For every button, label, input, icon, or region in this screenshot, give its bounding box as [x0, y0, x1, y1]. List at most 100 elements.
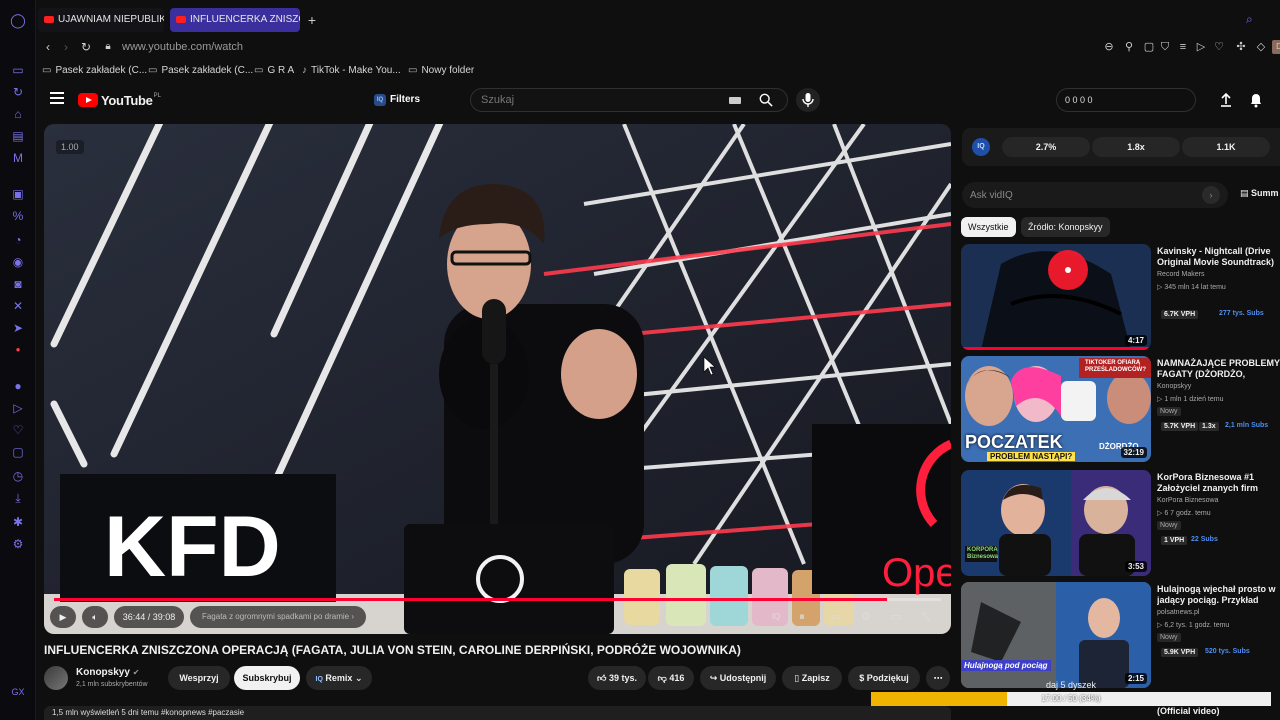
video-player[interactable]: KFD Ope 1.00 ▶ 🔈︎ 36:44 / 39:08 Fagata z… — [44, 124, 951, 634]
extension-icon[interactable]: ◇ — [1254, 40, 1268, 54]
x-icon[interactable]: ✕ — [10, 298, 26, 314]
settings-gear-icon[interactable]: ⚙ — [859, 610, 873, 624]
search-icon[interactable] — [759, 93, 773, 107]
new-tab-button[interactable]: + — [304, 12, 320, 28]
url-field[interactable]: www.youtube.com/watch — [122, 39, 243, 55]
fullscreen-icon[interactable]: ⤡ — [919, 610, 933, 624]
share-button[interactable]: ↪ Udostępnij — [700, 666, 776, 690]
video-thumbnail[interactable]: Hulajnogą pod pociąg 2:15 — [961, 582, 1151, 688]
filters-button[interactable]: IQ Filters — [370, 90, 420, 110]
discord-icon[interactable]: ◉ — [10, 254, 26, 270]
profile-icon[interactable]: D — [1272, 40, 1280, 54]
play-button[interactable]: ▶ — [50, 606, 76, 628]
pin-icon[interactable]: ⚲ — [1122, 40, 1136, 54]
history-icon[interactable]: ↻ — [10, 84, 26, 100]
forward-icon[interactable]: › — [58, 39, 74, 55]
send-icon[interactable]: › — [1202, 186, 1220, 204]
play-ext-icon[interactable]: ▷ — [1194, 40, 1208, 54]
vidiq-logo-icon[interactable]: IQ — [972, 138, 990, 156]
settings-icon[interactable]: ⚙ — [10, 536, 26, 552]
volume-button[interactable]: 🔈︎ — [82, 606, 108, 628]
ask-vidiq-input[interactable] — [970, 182, 1190, 208]
puzzle-icon[interactable]: ✣ — [1234, 40, 1248, 54]
bookmark-new-folder[interactable]: ▭ Nowy folder — [408, 64, 474, 78]
support-button[interactable]: Wesprzyj — [168, 666, 230, 690]
chat-icon[interactable]: ◔ — [10, 232, 26, 248]
list-item[interactable]: Hulajnogą pod pociąg 2:15 Hulajnogą wjec… — [961, 582, 1280, 690]
music-icon[interactable]: ● — [10, 378, 26, 394]
channel-name[interactable]: Record Makers — [1157, 271, 1204, 278]
save-button[interactable]: ▯ Zapisz — [782, 666, 842, 690]
bag-icon[interactable]: ⌂ — [10, 106, 26, 122]
vidiq-player-icon[interactable]: IQ — [769, 610, 783, 624]
badge-icon[interactable]: ● — [10, 342, 26, 358]
snapshot-icon[interactable]: ▢ — [1142, 40, 1156, 54]
channel-name[interactable]: polsatnews.pl — [1157, 609, 1199, 616]
list-item[interactable]: 4:17 Kavinsky - Nightcall (Drive Origina… — [961, 244, 1280, 352]
voice-search-button[interactable] — [796, 88, 820, 112]
video-title[interactable]: NAMNAŻAJĄCE PROBLEMY FAGATY (DŻORDŻO, RO… — [1157, 358, 1280, 380]
list-icon[interactable]: ≡ — [1176, 40, 1190, 54]
player-icon[interactable]: ▷ — [10, 400, 26, 416]
tiktok-icon: ♪ — [302, 65, 307, 76]
keyboard-icon[interactable] — [729, 97, 741, 104]
youtube-logo[interactable]: YouTube PL — [78, 92, 161, 108]
pinboard-icon[interactable]: ▢ — [10, 444, 26, 460]
like-button[interactable]: 👍︎ 39 tys. — [588, 666, 646, 690]
video-thumbnail[interactable]: KORPORA Biznesowa 3:53 — [961, 470, 1151, 576]
video-title[interactable]: Hulajnogą wjechał prosto w jadący pociąg… — [1157, 584, 1280, 606]
tab-influencerka[interactable]: INFLUENCERKA ZNISZCZO — [170, 8, 300, 32]
bell-icon[interactable] — [1248, 92, 1264, 108]
reload-icon[interactable]: ↻ — [78, 39, 94, 55]
description-box[interactable]: 1,5 mln wyświetleń 5 dni temu #konopnews… — [44, 706, 951, 720]
messenger-icon[interactable]: M — [10, 150, 26, 166]
subscribe-button[interactable]: Subskrybuj — [234, 666, 300, 690]
progress-bar[interactable] — [54, 598, 941, 601]
bookmark-folder-2[interactable]: ▭ Pasek zakładek (C... — [148, 64, 253, 78]
telegram-icon[interactable]: ➤ — [10, 320, 26, 336]
subtitles-icon[interactable]: ▭ — [829, 610, 843, 624]
menu-icon[interactable] — [50, 92, 64, 104]
video-title[interactable]: Kavinsky - Nightcall (Drive Original Mov… — [1157, 246, 1280, 268]
percent-icon[interactable]: % — [10, 208, 26, 224]
pause-icon[interactable]: ⏸︎ — [795, 610, 809, 624]
bookmark-gra[interactable]: ▭ G R A — [254, 64, 294, 78]
dislike-button[interactable]: 👎︎ 416 — [648, 666, 694, 690]
theater-icon[interactable]: ▭ — [889, 610, 903, 624]
chip-source[interactable]: Źródło: Konopskyy — [1021, 217, 1110, 237]
heart-icon[interactable]: ♡ — [10, 422, 26, 438]
back-icon[interactable]: ‹ — [40, 39, 56, 55]
search-input[interactable] — [481, 89, 721, 111]
vidiq-stats-bar[interactable]: 0 0 0 0 — [1056, 88, 1196, 112]
upload-icon[interactable] — [1218, 92, 1234, 108]
bookmark-tiktok[interactable]: ♪ TikTok - Make You... — [302, 64, 401, 78]
extensions-icon[interactable]: ✱ — [10, 514, 26, 530]
channel-name[interactable]: Konopskyy ✔ — [76, 667, 139, 678]
tab-search-icon[interactable]: ⌕ — [1246, 12, 1262, 28]
zoom-icon[interactable]: ⊖ — [1102, 40, 1116, 54]
remix-button[interactable]: IQ Remix ⌄ — [306, 666, 372, 690]
opera-logo-icon[interactable]: ◯ — [10, 12, 26, 28]
chapter-button[interactable]: Fagata z ogromnymi spadkami po dramie › — [190, 606, 366, 628]
tab-ujawniam[interactable]: UJAWNIAM NIEPUBLIKOW — [38, 8, 164, 32]
list-item[interactable]: TIKTOKER OFIARĄ PRZEŚLADOWCÓW? POCZATEK … — [961, 356, 1280, 464]
gx-icon[interactable]: GX — [10, 684, 26, 700]
heart-ext-icon[interactable]: ♡ — [1212, 40, 1226, 54]
channel-name[interactable]: KorPora Biznesowa — [1157, 497, 1218, 504]
summary-button[interactable]: ▤ Summ — [1240, 188, 1279, 199]
channel-avatar[interactable] — [44, 666, 68, 690]
channel-name[interactable]: Konopskyy — [1157, 383, 1191, 390]
shield-icon[interactable]: ⛉ — [1158, 40, 1172, 54]
instagram-icon[interactable]: ◙ — [10, 276, 26, 292]
bookmark-folder-1[interactable]: ▭ Pasek zakładek (C... — [42, 64, 147, 78]
download-icon[interactable]: ⤓ — [10, 490, 26, 506]
video-thumbnail[interactable]: TIKTOKER OFIARĄ PRZEŚLADOWCÓW? POCZATEK … — [961, 356, 1151, 462]
notes-icon[interactable]: ▤ — [10, 128, 26, 144]
chip-all[interactable]: Wszystkie — [961, 217, 1016, 237]
speed-dial-icon[interactable]: ▭ — [10, 62, 26, 78]
list-item[interactable]: KORPORA Biznesowa 3:53 KorPora Biznesowa… — [961, 470, 1280, 578]
video-title[interactable]: KorPora Biznesowa #1 Założyciel znanych … — [1157, 472, 1280, 494]
twitch-icon[interactable]: ▣ — [10, 186, 26, 202]
clock-icon[interactable]: ◷ — [10, 468, 26, 484]
video-thumbnail[interactable]: 4:17 — [961, 244, 1151, 350]
